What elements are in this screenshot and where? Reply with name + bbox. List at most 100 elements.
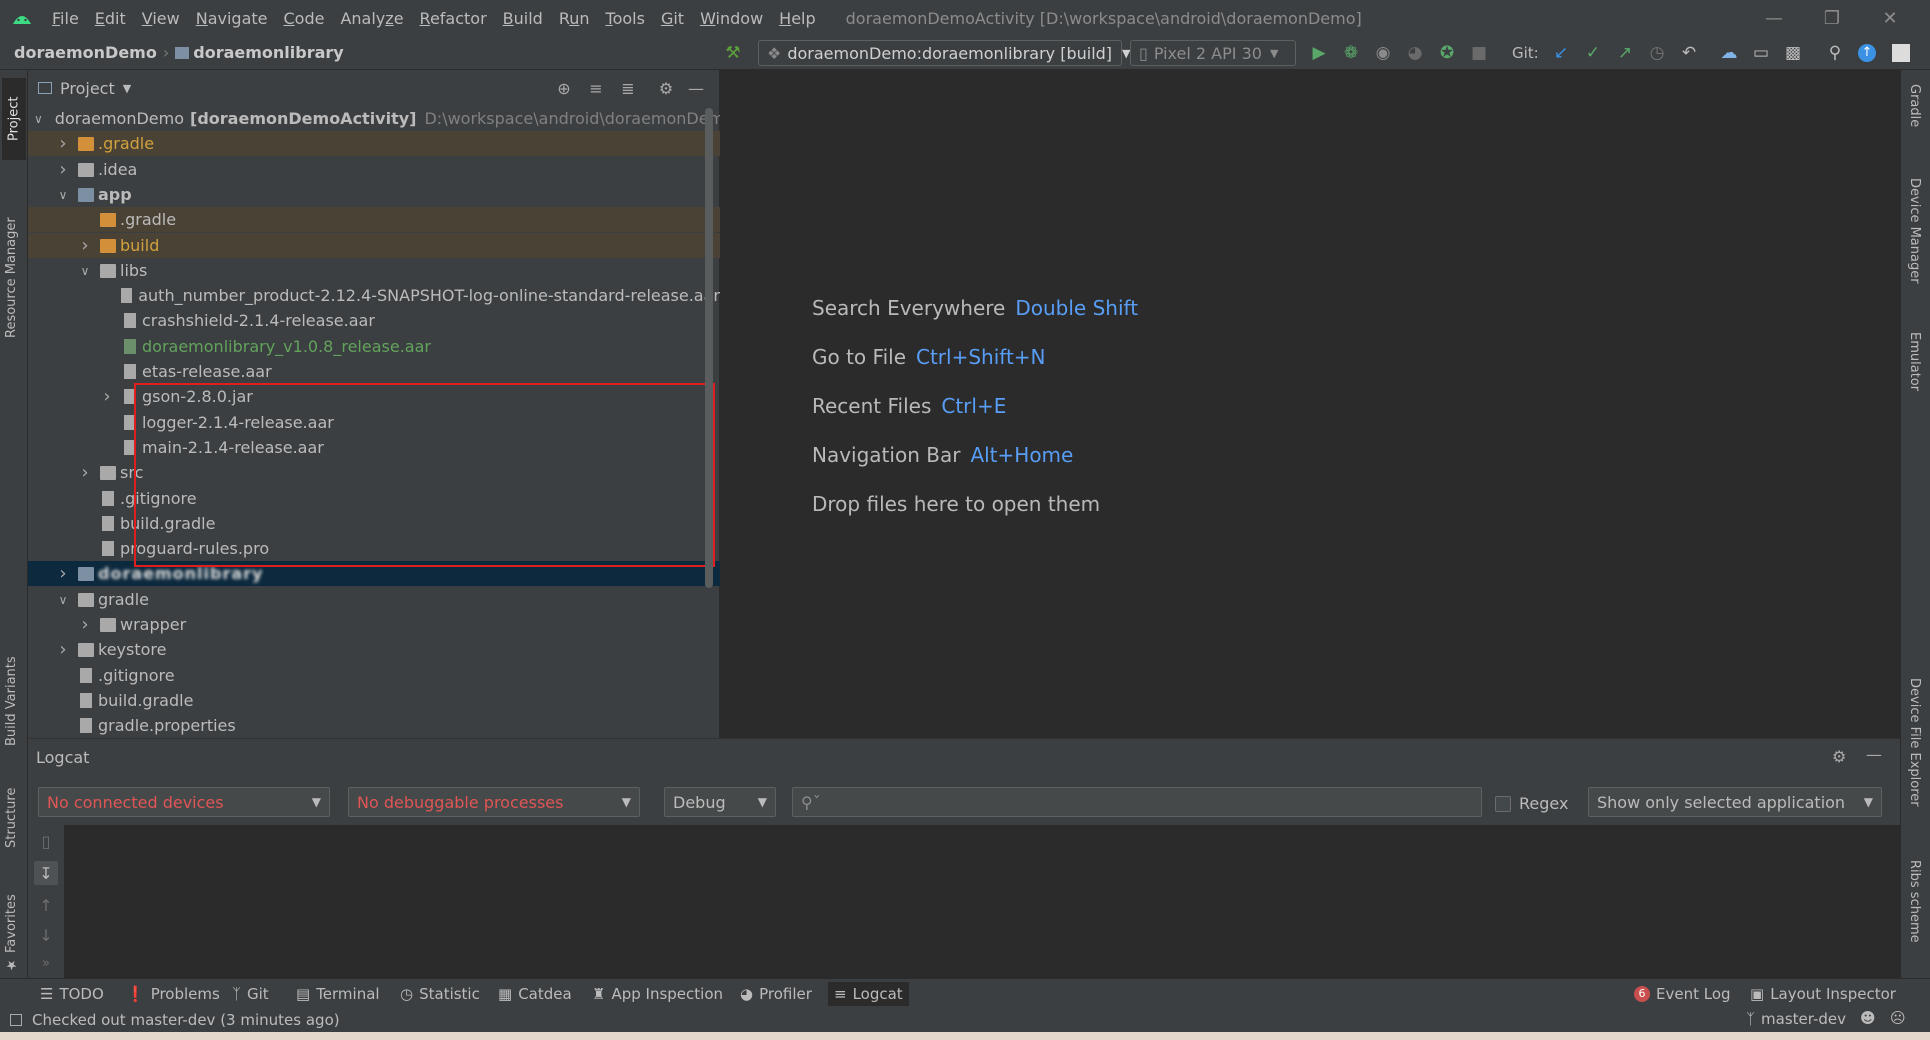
menu-item[interactable]: Git [653, 9, 692, 28]
chevron-down-icon[interactable]: ∨ [56, 593, 70, 607]
minimize-icon[interactable]: — [1746, 0, 1802, 36]
tree-row[interactable]: › wrapper [28, 612, 720, 637]
tab-device-manager[interactable]: Device Manager [1907, 178, 1922, 308]
tool-todo[interactable]: ☰ TODO [34, 982, 110, 1006]
arrow-up-icon[interactable]: ↑ [34, 893, 58, 917]
regex-checkbox[interactable]: Regex [1495, 794, 1568, 813]
run-icon[interactable]: ▶ [1308, 42, 1330, 64]
git-update-icon[interactable]: ↙ [1550, 42, 1572, 64]
tree-row[interactable]: › keystore [28, 637, 720, 662]
menu-item[interactable]: Navigate [188, 9, 276, 28]
tab-build-variants[interactable]: Build Variants [4, 632, 19, 746]
tree-row[interactable]: proguard-rules.pro [28, 536, 720, 561]
arrow-down-icon[interactable]: ↓ [34, 923, 58, 947]
chevron-right-icon[interactable]: › [56, 639, 70, 660]
tab-emulator[interactable]: Emulator [1907, 332, 1922, 412]
make-hammer-icon[interactable]: ⚒ [722, 42, 744, 64]
chevron-right-icon[interactable]: › [100, 386, 114, 407]
logcat-search-input[interactable]: ⚲ˇ [792, 787, 1482, 817]
sdk-manager-icon[interactable]: ▩ [1782, 42, 1804, 64]
avatar[interactable] [1890, 42, 1912, 64]
menu-item[interactable]: View [134, 9, 188, 28]
tree-row[interactable]: ∨ libs [28, 258, 720, 283]
gear-icon[interactable]: ⚙ [1832, 747, 1846, 766]
device-dropdown[interactable]: No connected devices ▼ [38, 787, 330, 817]
menu-item[interactable]: Run [551, 9, 598, 28]
project-view-selector[interactable]: Project [60, 79, 115, 98]
git-rollback-icon[interactable]: ↶ [1678, 42, 1700, 64]
restore-icon[interactable]: ❐ [1804, 0, 1860, 36]
tree-root[interactable]: ∨ doraemonDemo [doraemonDemoActivity] D:… [28, 106, 720, 131]
tree-row[interactable]: main-2.1.4-release.aar [28, 435, 720, 460]
tab-structure[interactable]: Structure [4, 770, 19, 848]
tool-profiler[interactable]: ◕ Profiler [734, 982, 818, 1006]
menu-item[interactable]: Edit [87, 9, 134, 28]
tree-row[interactable]: › src [28, 460, 720, 485]
tab-project[interactable]: Project [2, 78, 26, 160]
tool-logcat[interactable]: ≡ Logcat [828, 982, 909, 1006]
tree-row[interactable]: › .gradle [28, 131, 720, 156]
tool-terminal[interactable]: ▤ Terminal [290, 982, 386, 1006]
tool-app-inspection[interactable]: ♜ App Inspection [586, 982, 729, 1006]
gear-icon[interactable]: ⚙ [656, 78, 676, 98]
tree-row[interactable]: build.gradle [28, 511, 720, 536]
tool-git[interactable]: ᛉ Git [226, 982, 275, 1006]
git-branch-widget[interactable]: ᛉ master-dev [1746, 1010, 1846, 1028]
toggle-tool-windows-icon[interactable] [10, 1014, 22, 1026]
run-configuration-select[interactable]: ❖ doraemonDemo:doraemonlibrary [build] ▼ [758, 40, 1131, 66]
tab-resource-manager[interactable]: Resource Manager [4, 178, 19, 338]
menu-item[interactable]: Window [692, 9, 771, 28]
filter-dropdown[interactable]: Show only selected application ▼ [1588, 787, 1882, 817]
breadcrumb-project[interactable]: doraemonDemo [14, 43, 157, 62]
tree-row[interactable]: etas-release.aar [28, 359, 720, 384]
device-select[interactable]: ▯ Pixel 2 API 30 ▼ [1130, 40, 1296, 66]
chevron-right-icon[interactable]: › [56, 159, 70, 180]
scroll-to-end-icon[interactable]: ↧ [34, 861, 58, 885]
tab-ribs-scheme[interactable]: Ribs scheme [1907, 860, 1922, 960]
checkbox-box[interactable] [1495, 795, 1511, 812]
tree-row[interactable]: .gitignore [28, 486, 720, 511]
menu-item[interactable]: Help [771, 9, 823, 28]
chevron-down-icon[interactable]: ∨ [34, 112, 43, 126]
trash-icon[interactable]: ▯ [34, 829, 58, 853]
hide-panel-icon[interactable]: — [1866, 745, 1882, 764]
more-icon[interactable]: » [34, 951, 58, 975]
smiley-icon[interactable]: ☻ [1860, 1009, 1876, 1027]
tab-favorites[interactable]: ★ Favorites [4, 882, 19, 972]
hide-panel-icon[interactable]: — [686, 78, 706, 98]
menu-item[interactable]: Refactor [412, 9, 495, 28]
tree-row[interactable]: ∨ gradle [28, 587, 720, 612]
tool-problems[interactable]: ❗ Problems [120, 982, 226, 1006]
stop-icon[interactable]: ■ [1468, 42, 1490, 64]
tree-row[interactable]: › doraemonlibrary [28, 561, 720, 586]
tab-gradle[interactable]: Gradle [1907, 84, 1922, 154]
tree-row[interactable]: crashshield-2.1.4-release.aar [28, 308, 720, 333]
debug-icon[interactable]: ❁ [1340, 42, 1362, 64]
tree-row[interactable]: › .idea [28, 157, 720, 182]
editor-empty-area[interactable]: Search Everywhere Double Shift Go to File C… [720, 70, 1900, 738]
logcat-output[interactable] [64, 825, 1900, 979]
tree-row[interactable]: logger-2.1.4-release.aar [28, 410, 720, 435]
tree-row[interactable]: build.gradle [28, 688, 720, 713]
profile-icon[interactable]: ◕ [1404, 42, 1426, 64]
collapse-all-icon[interactable]: ≣ [618, 78, 638, 98]
tool-layout-inspector[interactable]: ▣ Layout Inspector [1744, 982, 1902, 1006]
git-history-icon[interactable]: ◷ [1646, 42, 1668, 64]
tool-event-log[interactable]: 6 Event Log [1628, 982, 1737, 1006]
tree-row[interactable]: ∨ app [28, 182, 720, 207]
menu-item[interactable]: Code [276, 9, 333, 28]
menu-item[interactable]: Build [495, 9, 551, 28]
tree-row[interactable]: gradle.properties [28, 713, 720, 738]
chevron-right-icon[interactable]: › [78, 462, 92, 483]
process-dropdown[interactable]: No debuggable processes ▼ [348, 787, 640, 817]
chevron-down-icon[interactable]: ∨ [78, 264, 92, 278]
chevron-right-icon[interactable]: › [56, 563, 70, 584]
tree-row[interactable]: › gson-2.8.0.jar [28, 384, 720, 409]
breadcrumb-module[interactable]: doraemonlibrary [193, 43, 343, 62]
coverage-icon[interactable]: ◉ [1372, 42, 1394, 64]
menu-item[interactable]: Tools [598, 9, 653, 28]
tree-row[interactable]: › build [28, 233, 720, 258]
chevron-right-icon[interactable]: › [56, 133, 70, 154]
chevron-down-icon[interactable]: ∨ [56, 188, 70, 202]
tab-device-file-explorer[interactable]: Device File Explorer [1907, 678, 1922, 834]
